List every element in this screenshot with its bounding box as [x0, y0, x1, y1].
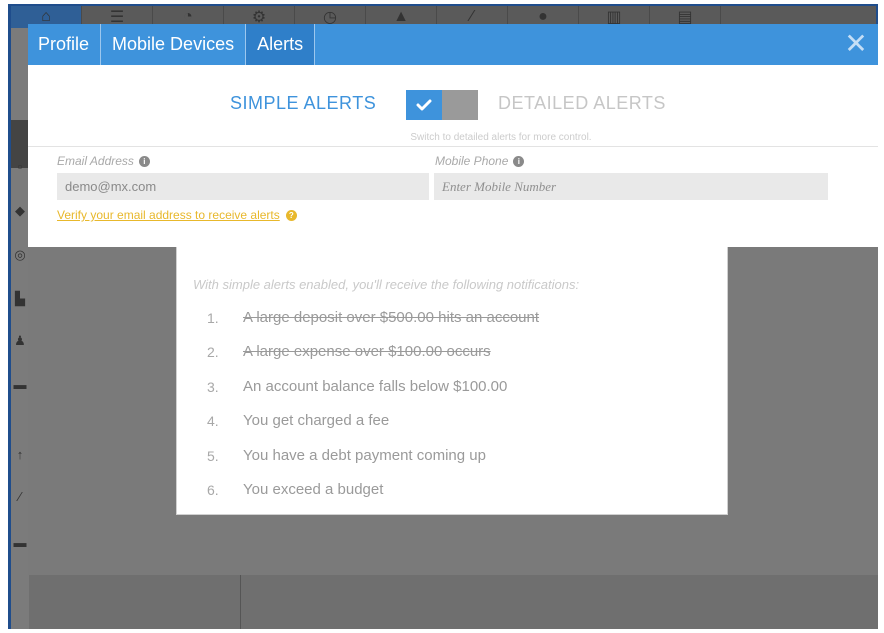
list-item: 1. A large deposit over $500.00 hits an …	[207, 309, 539, 343]
app-content-bottom	[29, 575, 878, 629]
app-sidebar: ▫ ◆ ◎ ▙ ♟ ▬ ↑ ⁄ ▬	[11, 28, 29, 629]
modal-header: Profile Mobile Devices Alerts ✕	[28, 24, 878, 65]
simple-alerts-label[interactable]: SIMPLE ALERTS	[230, 93, 376, 114]
alert-mode-toggle[interactable]	[406, 90, 478, 120]
list-item: 6. You exceed a budget	[207, 481, 539, 515]
notifications-intro: With simple alerts enabled, you'll recei…	[193, 277, 580, 292]
sidebar-circle-icon[interactable]: ◎	[13, 248, 27, 262]
info-icon[interactable]: i	[513, 155, 525, 167]
list-item: 2. A large expense over $100.00 occurs	[207, 343, 539, 377]
sidebar-box-icon[interactable]: ▬	[13, 536, 27, 550]
sidebar-card-icon[interactable]: ▬	[13, 378, 27, 392]
sidebar-chart-icon[interactable]: ▙	[13, 292, 27, 306]
alert-mode-row: SIMPLE ALERTS DETAILED ALERTS	[28, 87, 878, 121]
item-text: You exceed a budget	[243, 480, 384, 498]
alerts-settings-panel: SIMPLE ALERTS DETAILED ALERTS Switch to …	[28, 65, 878, 247]
sidebar-tool-icon[interactable]: ⁄	[13, 490, 27, 504]
alerts-modal: Profile Mobile Devices Alerts ✕ SIMPLE A…	[28, 24, 878, 575]
notifications-list: 1. A large deposit over $500.00 hits an …	[207, 309, 539, 515]
detailed-alerts-label[interactable]: DETAILED ALERTS	[498, 93, 666, 114]
item-text: You get charged a fee	[243, 412, 390, 430]
item-text: You have a debt payment coming up	[243, 446, 486, 464]
tab-profile[interactable]: Profile	[28, 24, 102, 65]
item-number: 1.	[207, 310, 219, 326]
phone-label: Mobile Phone i	[435, 154, 525, 168]
item-number: 2.	[207, 344, 219, 361]
list-item: 4. You get charged a fee	[207, 412, 539, 446]
checkmark-icon	[406, 90, 442, 120]
item-number: 6.	[207, 481, 219, 498]
item-number: 4.	[207, 413, 219, 430]
item-text: A large deposit over $500.00 hits an acc…	[243, 309, 540, 326]
tab-mobile-devices[interactable]: Mobile Devices	[101, 24, 247, 65]
verify-email-text[interactable]: Verify your email address to receive ale…	[57, 208, 280, 222]
info-icon[interactable]: i	[138, 155, 150, 167]
item-text: An account balance falls below $100.00	[243, 377, 508, 395]
verify-email-link[interactable]: Verify your email address to receive ale…	[57, 208, 297, 222]
email-field[interactable]: demo@mx.com	[57, 173, 429, 200]
item-number: 5.	[207, 447, 219, 464]
notifications-panel: With simple alerts enabled, you'll recei…	[176, 247, 728, 515]
tab-alerts[interactable]: Alerts	[246, 24, 316, 65]
sidebar-up-icon[interactable]: ↑	[13, 448, 27, 462]
item-text: A large expense over $100.00 occurs	[243, 343, 491, 361]
email-label-text: Email Address	[57, 154, 134, 168]
email-label: Email Address i	[57, 154, 150, 168]
phone-label-text: Mobile Phone	[435, 154, 509, 168]
modal-tabs: Profile Mobile Devices Alerts	[28, 24, 316, 65]
sidebar-doc-icon[interactable]: ▫	[13, 160, 27, 174]
sidebar-tag-icon[interactable]: ◆	[13, 204, 27, 218]
mobile-phone-field[interactable]: Enter Mobile Number	[434, 173, 828, 200]
help-icon[interactable]: ?	[285, 209, 297, 221]
divider	[28, 146, 878, 147]
list-item: 3. An account balance falls below $100.0…	[207, 378, 539, 412]
switch-hint: Switch to detailed alerts for more contr…	[410, 132, 592, 143]
sidebar-people-icon[interactable]: ♟	[13, 334, 27, 348]
close-icon[interactable]: ✕	[844, 30, 868, 58]
item-number: 3.	[207, 378, 219, 395]
list-item: 5. You have a debt payment coming up	[207, 447, 539, 481]
content-divider	[240, 575, 241, 629]
